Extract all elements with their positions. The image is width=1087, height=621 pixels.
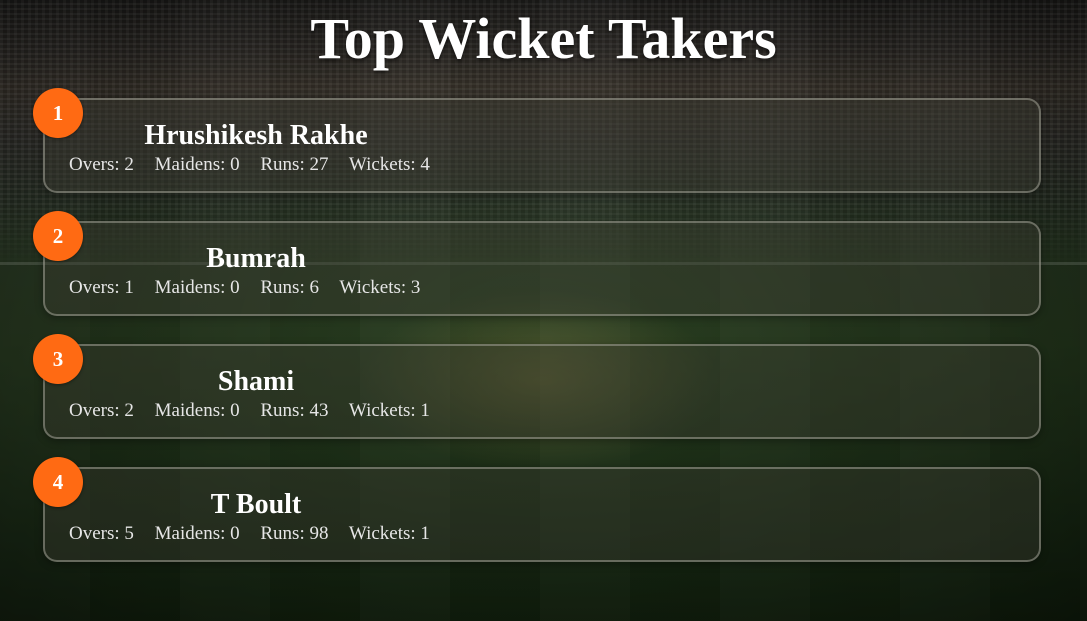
- wickets-stat: Wickets: 1: [348, 400, 430, 421]
- player-card[interactable]: 2 Bumrah Overs: 1 Maidens: 0 Runs: 6 Wic…: [33, 211, 1041, 316]
- player-card[interactable]: 1 Hrushikesh Rakhe Overs: 2 Maidens: 0 R…: [33, 88, 1041, 193]
- player-card[interactable]: 3 Shami Overs: 2 Maidens: 0 Runs: 43 Wic…: [33, 334, 1041, 439]
- player-stats: Overs: 2 Maidens: 0 Runs: 43 Wickets: 1: [69, 400, 430, 422]
- maidens-stat: Maidens: 0: [154, 400, 240, 421]
- player-stats: Overs: 1 Maidens: 0 Runs: 6 Wickets: 3: [69, 277, 420, 299]
- player-card[interactable]: 4 T Boult Overs: 5 Maidens: 0 Runs: 98 W…: [33, 457, 1041, 562]
- player-name: T Boult: [210, 489, 302, 520]
- overs-stat: Overs: 2: [69, 400, 134, 421]
- runs-stat: Runs: 6: [260, 277, 319, 298]
- player-name: Hrushikesh Rakhe: [144, 120, 368, 151]
- overs-stat: Overs: 5: [69, 523, 134, 544]
- overs-stat: Overs: 2: [69, 154, 134, 175]
- maidens-stat: Maidens: 0: [154, 154, 240, 175]
- player-stats: Overs: 2 Maidens: 0 Runs: 27 Wickets: 4: [69, 154, 430, 176]
- player-stats: Overs: 5 Maidens: 0 Runs: 98 Wickets: 1: [69, 523, 430, 545]
- maidens-stat: Maidens: 0: [154, 277, 240, 298]
- page-title: Top Wicket Takers: [310, 6, 777, 71]
- wickets-stat: Wickets: 3: [339, 277, 421, 298]
- player-name: Shami: [217, 366, 295, 397]
- wicket-takers-list: 1 Hrushikesh Rakhe Overs: 2 Maidens: 0 R…: [33, 88, 1041, 590]
- wickets-stat: Wickets: 4: [348, 154, 430, 175]
- player-name: Bumrah: [206, 243, 306, 274]
- runs-stat: Runs: 43: [260, 400, 329, 421]
- wickets-stat: Wickets: 1: [348, 523, 430, 544]
- runs-stat: Runs: 27: [260, 154, 329, 175]
- overs-stat: Overs: 1: [69, 277, 134, 298]
- runs-stat: Runs: 98: [260, 523, 329, 544]
- maidens-stat: Maidens: 0: [154, 523, 240, 544]
